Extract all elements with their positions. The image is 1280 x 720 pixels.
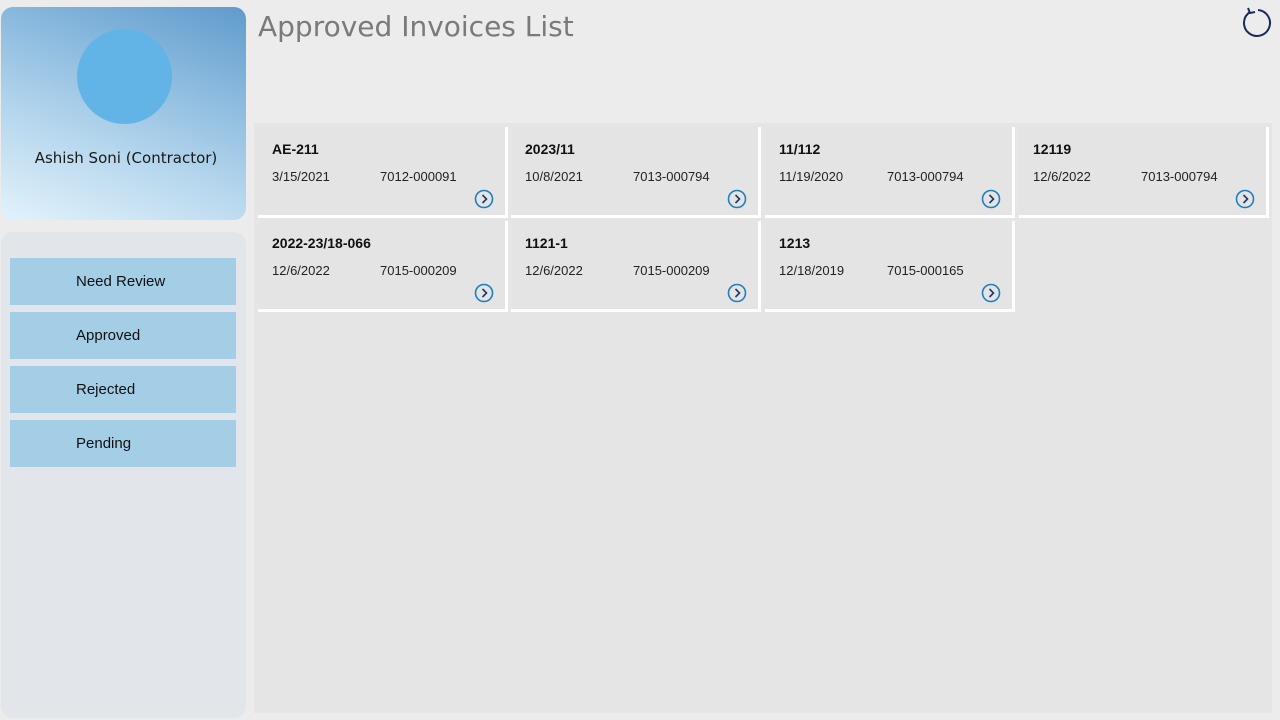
invoice-date: 3/15/2021 — [272, 169, 330, 184]
invoice-number: 1213 — [779, 235, 811, 251]
chevron-right-circle-icon[interactable] — [727, 283, 747, 303]
chevron-right-circle-icon[interactable] — [1235, 189, 1255, 209]
nav-panel: Need Review Approved Rejected Pending — [1, 232, 246, 718]
invoice-vendor-number: 7013-000794 — [887, 169, 964, 184]
invoice-number: 2023/11 — [525, 141, 575, 157]
invoice-date: 12/6/2022 — [525, 263, 583, 278]
invoice-card[interactable]: AE-211 3/15/2021 7012-000091 — [258, 127, 508, 218]
invoice-vendor-number: 7015-000165 — [887, 263, 964, 278]
invoice-date: 12/6/2022 — [272, 263, 330, 278]
chevron-right-circle-icon[interactable] — [981, 189, 1001, 209]
refresh-icon[interactable] — [1240, 6, 1276, 42]
invoice-number: 1121-1 — [525, 235, 568, 251]
invoice-vendor-number: 7012-000091 — [380, 169, 457, 184]
invoice-card[interactable]: 12119 12/6/2022 7013-000794 — [1019, 127, 1269, 218]
chevron-right-circle-icon[interactable] — [474, 189, 494, 209]
invoice-number: 11/112 — [779, 141, 821, 157]
user-name: Ashish Soni (Contractor) — [34, 149, 218, 167]
nav-pending-button[interactable]: Pending — [10, 420, 236, 467]
invoice-card[interactable]: 11/112 11/19/2020 7013-000794 — [765, 127, 1015, 218]
invoice-number: 12119 — [1033, 141, 1072, 157]
invoice-date: 12/6/2022 — [1033, 169, 1091, 184]
avatar — [77, 29, 172, 124]
invoice-date: 11/19/2020 — [779, 169, 844, 184]
page-title: Approved Invoices List — [258, 10, 574, 43]
invoice-vendor-number: 7013-000794 — [1141, 169, 1218, 184]
chevron-right-circle-icon[interactable] — [727, 189, 747, 209]
invoice-card[interactable]: 2022-23/18-066 12/6/2022 7015-000209 — [258, 221, 508, 312]
invoice-card[interactable]: 1121-1 12/6/2022 7015-000209 — [511, 221, 761, 312]
invoice-vendor-number: 7013-000794 — [633, 169, 710, 184]
invoice-card[interactable]: 1213 12/18/2019 7015-000165 — [765, 221, 1015, 312]
profile-card: Ashish Soni (Contractor) — [1, 7, 246, 220]
chevron-right-circle-icon[interactable] — [981, 283, 1001, 303]
invoice-vendor-number: 7015-000209 — [633, 263, 710, 278]
chevron-right-circle-icon[interactable] — [474, 283, 494, 303]
invoice-card[interactable]: 2023/11 10/8/2021 7013-000794 — [511, 127, 761, 218]
invoice-number: 2022-23/18-066 — [272, 235, 371, 251]
invoice-gallery: AE-211 3/15/2021 7012-000091 2023/11 10/8/20… — [254, 123, 1272, 713]
nav-approved-button[interactable]: Approved — [10, 312, 236, 359]
invoice-vendor-number: 7015-000209 — [380, 263, 457, 278]
nav-rejected-button[interactable]: Rejected — [10, 366, 236, 413]
invoice-number: AE-211 — [272, 141, 319, 157]
invoice-date: 10/8/2021 — [525, 169, 583, 184]
invoice-date: 12/18/2019 — [779, 263, 845, 278]
nav-need-review-button[interactable]: Need Review — [10, 258, 236, 305]
